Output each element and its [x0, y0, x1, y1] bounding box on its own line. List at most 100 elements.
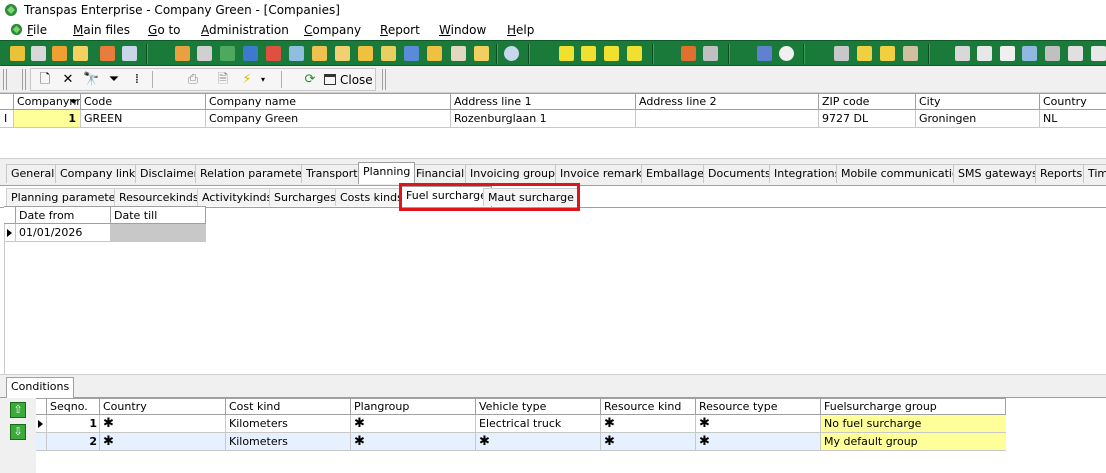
truck-plan-3-icon[interactable]: [604, 46, 619, 61]
refresh-icon[interactable]: ⟳: [303, 73, 317, 86]
menu-company[interactable]: Company: [304, 23, 361, 37]
chart-icon[interactable]: [1022, 46, 1037, 61]
edit-icon[interactable]: [335, 46, 350, 61]
cell-date-from[interactable]: 01/01/2026: [15, 224, 111, 241]
menu-main-files[interactable]: Main files: [73, 23, 130, 37]
cell-city[interactable]: Groningen: [915, 110, 1039, 127]
cell-fuelsurcharge-group[interactable]: My default group: [820, 433, 1006, 450]
export-icon[interactable]: [681, 46, 696, 61]
org-chart-icon[interactable]: [243, 46, 258, 61]
column-header-company-name[interactable]: Company name: [205, 94, 450, 109]
column-header-companynr[interactable]: Companynr ⏷: [13, 94, 80, 109]
cell-country[interactable]: ✱: [99, 415, 225, 432]
list-icon[interactable]: [757, 46, 772, 61]
globe-icon[interactable]: [504, 46, 519, 61]
coins-icon[interactable]: [857, 46, 872, 61]
column-header-address-line-2[interactable]: Address line 2: [635, 94, 818, 109]
menu-help[interactable]: Help: [507, 23, 534, 37]
menu-report[interactable]: Report: [380, 23, 420, 37]
table-row[interactable]: 01/01/2026: [4, 224, 206, 242]
new-document-icon[interactable]: 🗋: [38, 73, 52, 86]
cell-resource-kind[interactable]: ✱: [600, 433, 695, 450]
menu-administration[interactable]: Administration: [201, 23, 289, 37]
menu-go-to[interactable]: Go to: [148, 23, 181, 37]
tab-disclaimer[interactable]: Disclaimer: [135, 164, 204, 183]
import-icon[interactable]: [703, 46, 718, 61]
table-row[interactable]: I 1 GREEN Company Green Rozenburglaan 1 …: [0, 110, 1106, 128]
cell-address-line-2[interactable]: [635, 110, 818, 127]
driver-icon[interactable]: [52, 46, 67, 61]
cell-resource-type[interactable]: ✱: [695, 415, 820, 432]
action-lightning-icon[interactable]: ⚡: [240, 73, 254, 86]
print-icon[interactable]: ⎙: [186, 73, 200, 86]
column-header-address-line-1[interactable]: Address line 1: [450, 94, 635, 109]
column-header-city[interactable]: City: [915, 94, 1039, 109]
cell-seqno[interactable]: 2: [46, 433, 101, 450]
column-header-country[interactable]: Country: [99, 399, 225, 414]
cell-resource-type[interactable]: ✱: [695, 433, 820, 450]
subtab-surcharges[interactable]: Surcharges: [269, 188, 341, 206]
approve-icon[interactable]: [358, 46, 373, 61]
close-button[interactable]: Close: [321, 70, 376, 89]
filter-icon[interactable]: ⏷: [69, 94, 78, 109]
clock-icon[interactable]: [779, 46, 794, 61]
delete-icon[interactable]: ✕: [61, 73, 75, 86]
cell-resource-kind[interactable]: ✱: [600, 415, 695, 432]
subtab-costs-kinds[interactable]: Costs kinds: [335, 188, 408, 206]
persons-icon[interactable]: [73, 46, 88, 61]
print-icon[interactable]: [955, 46, 970, 61]
column-header-resource-kind[interactable]: Resource kind: [600, 399, 695, 414]
calculator-icon[interactable]: [122, 46, 137, 61]
tab-tim[interactable]: Tim: [1083, 164, 1106, 183]
column-header-date-from[interactable]: Date from: [15, 207, 111, 223]
tab-emballage[interactable]: Emballage: [641, 164, 709, 183]
column-header-seqno[interactable]: Seqno.: [46, 399, 101, 414]
cell-date-till[interactable]: [110, 224, 206, 241]
column-header-resource-type[interactable]: Resource type: [695, 399, 820, 414]
tag-icon[interactable]: [903, 46, 918, 61]
cart-icon[interactable]: [834, 46, 849, 61]
tab-invoice-remarks[interactable]: Invoice remarks: [555, 164, 653, 183]
cell-country[interactable]: NL: [1039, 110, 1106, 127]
contacts-icon[interactable]: [100, 46, 115, 61]
trailer-icon[interactable]: [31, 46, 46, 61]
documents-icon[interactable]: [197, 46, 212, 61]
chevron-down-icon[interactable]: ▾: [256, 73, 270, 86]
cell-country[interactable]: ✱: [99, 433, 225, 450]
cell-code[interactable]: GREEN: [80, 110, 205, 127]
column-header-cost-kind[interactable]: Cost kind: [225, 399, 350, 414]
cell-fuelsurcharge-group[interactable]: No fuel surcharge: [820, 415, 1006, 432]
column-header-code[interactable]: Code: [80, 94, 205, 109]
column-header-fuelsurcharge-group[interactable]: Fuelsurcharge group: [820, 399, 1006, 414]
invoice-icon[interactable]: [474, 46, 489, 61]
tab-company-links[interactable]: Company links: [55, 164, 147, 183]
truck-plan-icon[interactable]: [559, 46, 574, 61]
folder-icon[interactable]: [427, 46, 442, 61]
cell-company-name[interactable]: Company Green: [205, 110, 450, 127]
column-header-plangroup[interactable]: Plangroup: [350, 399, 475, 414]
subtab-planning-parameters[interactable]: Planning parameters: [6, 188, 131, 206]
tab-sms-gateways[interactable]: SMS gateways: [953, 164, 1043, 183]
window-icon[interactable]: [1091, 46, 1106, 61]
ledger-icon[interactable]: [451, 46, 466, 61]
truck-icon[interactable]: [10, 46, 25, 61]
tab-invoicing-groups[interactable]: Invoicing groups: [465, 164, 566, 183]
tab-conditions[interactable]: Conditions: [6, 377, 75, 398]
column-header-country[interactable]: Country: [1039, 94, 1106, 109]
filter-icon[interactable]: ⏷: [107, 73, 121, 86]
sort-icon[interactable]: ⁞: [130, 73, 144, 86]
tab-transport[interactable]: Transport: [301, 164, 363, 183]
tab-relation-parameters[interactable]: Relation parameters: [195, 164, 318, 183]
tab-documents[interactable]: Documents: [703, 164, 776, 183]
mail-icon[interactable]: [1000, 46, 1015, 61]
cell-plangroup[interactable]: ✱: [350, 415, 475, 432]
checklist-icon[interactable]: [381, 46, 396, 61]
cell-seqno[interactable]: 1: [46, 415, 101, 432]
cell-cost-kind[interactable]: Kilometers: [225, 415, 350, 432]
print-preview-icon[interactable]: 🗎: [216, 73, 230, 86]
cell-zip-code[interactable]: 9727 DL: [818, 110, 915, 127]
truck-plan-2-icon[interactable]: [581, 46, 596, 61]
flow-icon[interactable]: [289, 46, 304, 61]
cell-vehicle-type[interactable]: ✱: [475, 433, 600, 450]
menu-file[interactable]: File: [10, 23, 47, 37]
